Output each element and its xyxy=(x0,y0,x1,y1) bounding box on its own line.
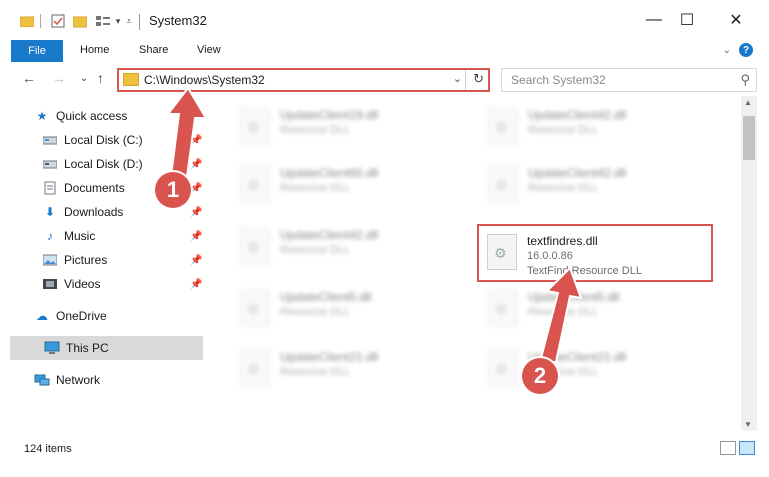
pin-icon[interactable]: 📌 xyxy=(190,135,202,146)
vertical-scrollbar[interactable]: ▲ ▼ xyxy=(741,96,757,431)
chevron-down-icon[interactable]: ▾ xyxy=(113,12,123,30)
item-count: 124 items xyxy=(24,443,72,455)
pin-icon[interactable]: 📌 xyxy=(190,255,202,266)
sidebar-item-network[interactable]: Network xyxy=(0,368,203,392)
new-folder-icon[interactable] xyxy=(72,12,88,30)
forward-arrow-icon[interactable]: → xyxy=(52,70,66,86)
scroll-up-icon[interactable]: ▲ xyxy=(744,98,752,107)
address-path[interactable]: C:\Windows\System32 xyxy=(144,73,265,87)
file-description: TextFind Resource DLL xyxy=(527,265,642,277)
navigation-pane: ★ Quick access Local Disk (C:) 📌 Local D… xyxy=(0,96,210,431)
expand-ribbon-icon[interactable]: ⌄ xyxy=(723,45,731,56)
chevron-down-icon[interactable]: ⌄ xyxy=(453,72,462,85)
dll-file-icon xyxy=(240,228,270,264)
tab-file[interactable]: File xyxy=(11,40,63,62)
pin-icon[interactable]: 📌 xyxy=(190,231,202,242)
download-icon: ⬇ xyxy=(44,205,56,219)
search-placeholder: Search System32 xyxy=(511,73,606,87)
address-bar[interactable]: C:\Windows\System32 ⌄ ↻ xyxy=(117,68,490,92)
computer-icon xyxy=(44,340,60,356)
cloud-icon: ☁ xyxy=(36,309,48,323)
large-icons-view-icon[interactable] xyxy=(739,441,755,455)
step-badge-2: 2 xyxy=(522,358,558,394)
navigation-bar: ← → ⌄ ↑ C:\Windows\System32 ⌄ ↻ Search S… xyxy=(0,62,769,96)
sidebar-item-onedrive[interactable]: ☁ OneDrive xyxy=(0,304,203,328)
status-bar: 124 items xyxy=(0,431,769,477)
close-button[interactable]: ✕ xyxy=(713,0,759,40)
folder-icon xyxy=(123,73,139,86)
file-name: textfindres.dll xyxy=(527,234,598,248)
step-badge-1: 1 xyxy=(155,172,191,208)
scroll-down-icon[interactable]: ▼ xyxy=(744,420,752,429)
refresh-icon[interactable]: ↻ xyxy=(473,71,484,87)
tab-share[interactable]: Share xyxy=(139,44,168,56)
view-options-icon[interactable] xyxy=(94,12,112,30)
list-item[interactable]: UpdateClient42.dll Resource DLL xyxy=(480,160,710,210)
title-bar: ▾ ⩡ System32 — ☐ ✕ xyxy=(0,0,769,40)
sidebar-item-quick-access[interactable]: ★ Quick access xyxy=(0,104,203,128)
recent-locations-icon[interactable]: ⌄ xyxy=(80,73,88,84)
list-item[interactable]: textfindres.dll 16.0.0.86 TextFind Resou… xyxy=(479,228,709,278)
dll-file-icon xyxy=(240,290,270,326)
drive-icon xyxy=(42,132,58,148)
details-view-icon[interactable] xyxy=(720,441,736,455)
tab-view[interactable]: View xyxy=(197,44,221,56)
sidebar-item-music[interactable]: ♪ Music 📌 xyxy=(0,224,203,248)
maximize-button[interactable]: ☐ xyxy=(664,0,710,40)
pin-icon[interactable]: 📌 xyxy=(190,207,202,218)
dll-file-icon xyxy=(488,350,518,386)
pin-icon[interactable]: 📌 xyxy=(190,279,202,290)
search-input[interactable]: Search System32 ⚲ xyxy=(501,68,757,92)
tab-home[interactable]: Home xyxy=(80,44,109,56)
network-icon xyxy=(34,372,50,388)
dll-file-icon xyxy=(487,234,517,270)
highlighted-file-textfindres[interactable]: textfindres.dll 16.0.0.86 TextFind Resou… xyxy=(477,224,713,282)
star-icon: ★ xyxy=(36,109,48,123)
up-arrow-icon[interactable]: ↑ xyxy=(97,70,104,86)
list-item[interactable]: UpdateClient19.dll Resource DLL xyxy=(232,102,462,152)
list-item[interactable]: UpdateClient5.dll Resource DLL xyxy=(232,284,462,334)
sidebar-item-pictures[interactable]: Pictures 📌 xyxy=(0,248,203,272)
list-item[interactable]: UpdateClient42.dll Resource DLL xyxy=(232,222,462,272)
dll-file-icon xyxy=(488,108,518,144)
pictures-icon xyxy=(42,252,58,268)
list-item[interactable]: UpdateClient21.dll Resource DLL xyxy=(480,344,710,394)
window-title: System32 xyxy=(149,13,207,28)
documents-icon xyxy=(42,180,58,196)
folder-icon[interactable] xyxy=(20,12,34,30)
ribbon: File Home Share View ⌄ ? xyxy=(0,40,769,62)
pin-icon[interactable]: 📌 xyxy=(190,159,202,170)
sidebar-item-videos[interactable]: Videos 📌 xyxy=(0,272,203,296)
search-icon[interactable]: ⚲ xyxy=(740,72,750,88)
dll-file-icon xyxy=(240,350,270,386)
list-item[interactable]: UpdateClient5.dll Resource DLL xyxy=(480,284,710,334)
list-item[interactable]: UpdateClient42.dll Resource DLL xyxy=(480,102,710,152)
dll-file-icon xyxy=(240,166,270,202)
dll-file-icon xyxy=(240,108,270,144)
properties-icon[interactable] xyxy=(50,12,66,30)
list-item[interactable]: UpdateClient21.dll Resource DLL xyxy=(232,344,462,394)
drive-icon xyxy=(42,156,58,172)
help-icon[interactable]: ? xyxy=(739,43,753,57)
dll-file-icon xyxy=(488,166,518,202)
videos-icon xyxy=(42,276,58,292)
back-arrow-icon[interactable]: ← xyxy=(22,70,36,86)
file-version: 16.0.0.86 xyxy=(527,250,573,262)
pin-icon[interactable]: 📌 xyxy=(190,183,202,194)
sidebar-item-local-disk-c[interactable]: Local Disk (C:) 📌 xyxy=(0,128,203,152)
music-icon: ♪ xyxy=(47,229,53,243)
customize-toolbar-icon[interactable]: ⩡ xyxy=(124,12,134,30)
scrollbar-thumb[interactable] xyxy=(743,116,755,160)
sidebar-item-this-pc[interactable]: This PC xyxy=(10,336,203,360)
dll-file-icon xyxy=(488,290,518,326)
list-item[interactable]: UpdateClient65.dll Resource DLL xyxy=(232,160,462,210)
